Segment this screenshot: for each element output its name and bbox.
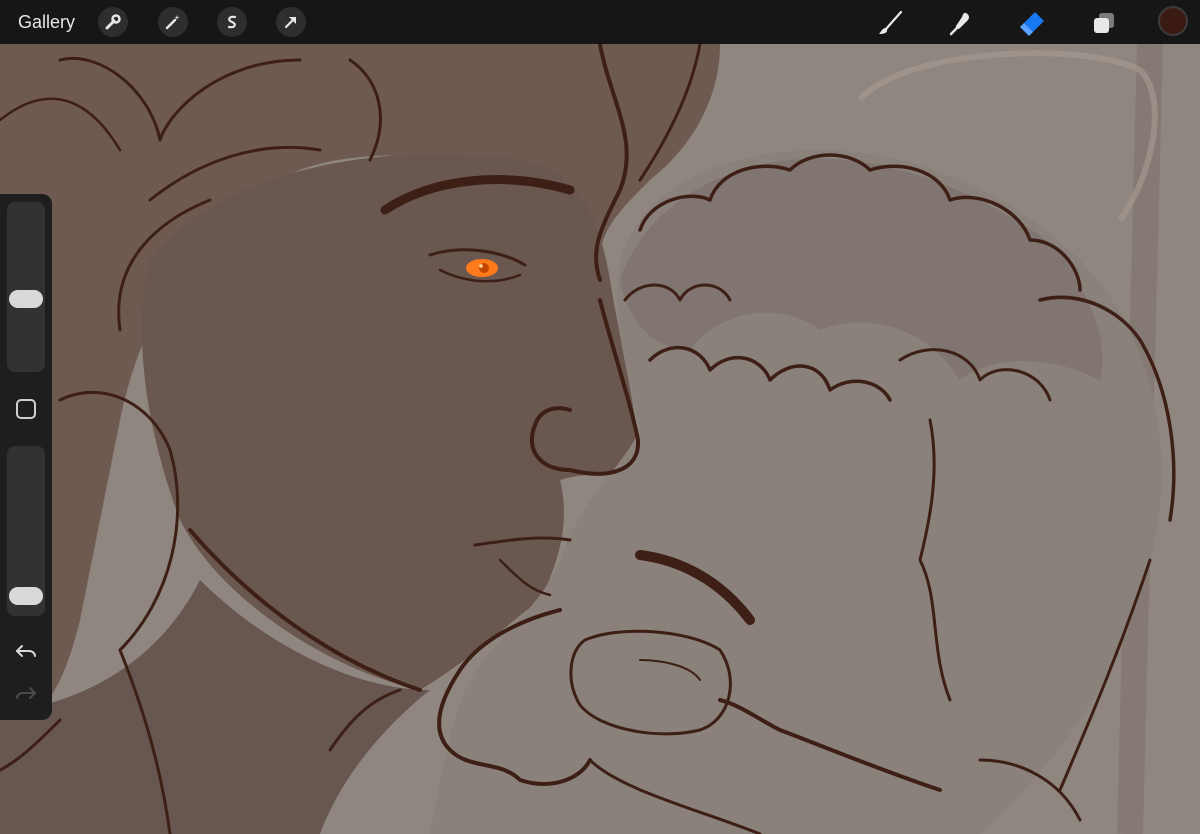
gallery-button[interactable]: Gallery <box>18 12 75 33</box>
brush-size-thumb[interactable] <box>9 289 43 308</box>
brush-sidebar <box>0 194 52 720</box>
brush-size-slider[interactable] <box>7 202 45 372</box>
layers-button[interactable] <box>1088 7 1120 39</box>
eraser-icon <box>1020 12 1044 36</box>
opacity-slider[interactable] <box>7 446 45 616</box>
color-picker-button[interactable] <box>1158 6 1188 36</box>
layers-icon <box>1094 13 1114 33</box>
brush-icon <box>879 10 903 34</box>
actions-button[interactable] <box>98 7 128 37</box>
transform-button[interactable] <box>276 7 306 37</box>
adjustments-button[interactable] <box>158 7 188 37</box>
smudge-icon <box>949 12 969 36</box>
selection-icon <box>227 15 237 29</box>
undo-icon[interactable] <box>14 640 38 664</box>
smudge-button[interactable] <box>944 7 976 39</box>
modify-button[interactable] <box>16 399 36 419</box>
magic-wand-icon <box>165 15 180 30</box>
transform-arrow-icon <box>284 16 297 29</box>
drawing-canvas[interactable] <box>0 44 1200 834</box>
opacity-thumb[interactable] <box>9 586 43 605</box>
redo-icon[interactable] <box>14 682 38 706</box>
selection-button[interactable] <box>217 7 247 37</box>
wrench-icon <box>105 14 121 30</box>
eraser-button[interactable] <box>1016 7 1048 39</box>
top-toolbar: Gallery <box>0 0 1200 44</box>
brush-button[interactable] <box>874 7 906 39</box>
glowing-eye <box>466 259 498 277</box>
